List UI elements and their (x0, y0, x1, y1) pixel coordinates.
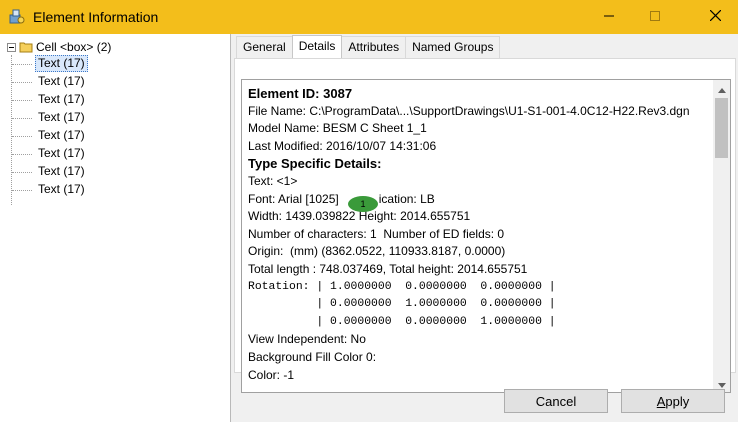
tree-connector (12, 190, 32, 191)
details-line: Type Specific Details: (248, 156, 382, 172)
apply-button-label: pply (665, 393, 690, 409)
details-line: Model Name: BESM C Sheet 1_1 (248, 121, 427, 136)
tree-connector (12, 118, 32, 119)
details-line: Element ID: 3087 (248, 86, 353, 101)
tab-attributes[interactable]: Attributes (341, 36, 407, 58)
tree-item-text[interactable]: Text (17) (35, 73, 88, 90)
tab-strip: General Details Attributes Named Groups (236, 35, 501, 59)
tree-connector-line (11, 55, 12, 205)
tree-item-label: Text (17) (38, 146, 85, 160)
maximize-button[interactable] (632, 0, 678, 34)
tree-item-text[interactable]: Text (17) (35, 145, 88, 162)
details-line: Font: Arial [1025] ication: LB (248, 191, 435, 206)
apply-button[interactable]: Apply (621, 389, 725, 413)
properties-pane: General Details Attributes Named Groups … (232, 34, 738, 422)
details-line: Origin: (mm) (8362.0522, 110933.8187, 0.… (248, 244, 506, 259)
details-line: Last Modified: 2016/10/07 14:31:06 (248, 138, 437, 153)
tree-connector (12, 172, 32, 173)
cancel-button[interactable]: Cancel (504, 389, 608, 413)
chevron-up-icon (717, 82, 726, 96)
details-scrollbar[interactable] (713, 80, 730, 392)
details-lines: Element ID: 3087 File Name: C:\ProgramDat… (248, 85, 710, 384)
tree-item-label: Text (17) (38, 74, 85, 88)
scroll-thumb[interactable] (715, 98, 728, 158)
details-line: Width: 1439.039822 Height: 2014.655751 (248, 209, 471, 224)
details-line: File Name: C:\ProgramData\...\SupportDra… (248, 103, 690, 118)
details-listbox[interactable]: Element ID: 3087 File Name: C:\ProgramDat… (241, 79, 731, 393)
window-title: Element Information (33, 9, 159, 25)
tree-item-text[interactable]: Text (17) (35, 127, 88, 144)
tree-connector (12, 82, 32, 83)
collapse-icon[interactable] (7, 42, 16, 52)
cancel-button-label: Cancel (535, 393, 577, 409)
annotation-marker-icon: 1 (347, 195, 379, 213)
tree-item-label: Text (17) (38, 128, 85, 142)
tree-item-text[interactable]: Text (17) (35, 163, 88, 180)
tree-item-label: Text (17) (38, 182, 85, 196)
close-icon (709, 9, 721, 24)
details-tab-panel: Element ID: 3087 File Name: C:\ProgramDat… (234, 58, 736, 393)
minimize-button[interactable] (586, 0, 632, 34)
details-line: View Independent: No (248, 332, 366, 347)
details-line: | 0.0000000 1.0000000 0.0000000 | (248, 298, 556, 311)
tree-item-text[interactable]: Text (17) (35, 109, 88, 126)
marker-label: 1 (360, 199, 365, 209)
details-line: Rotation: | 1.0000000 0.0000000 0.000000… (248, 280, 556, 293)
tree-connector (12, 64, 32, 65)
tab-details[interactable]: Details (291, 35, 343, 59)
scroll-up-button[interactable] (713, 80, 730, 97)
tree-item-label: Text (17) (38, 164, 85, 178)
tree-item-label: Text (17) (38, 56, 85, 70)
details-line: Background Fill Color 0: (248, 349, 377, 364)
details-line: Number of characters: 1 Number of ED fie… (248, 226, 505, 241)
tree-item-text[interactable]: Text (17) (35, 91, 88, 108)
tree-item-text[interactable]: Text (17) (35, 55, 88, 72)
details-line: | 0.0000000 0.0000000 1.0000000 | (248, 315, 556, 328)
apply-accelerator-key: A (656, 393, 666, 409)
tab-general[interactable]: General (236, 36, 293, 58)
tab-named-groups[interactable]: Named Groups (405, 36, 501, 58)
close-button[interactable] (692, 0, 738, 34)
details-line: Color: -1 (248, 367, 295, 382)
tree-connector (12, 136, 32, 137)
tree-item-label: Text (17) (38, 110, 85, 124)
tree-item-text[interactable]: Text (17) (35, 181, 88, 198)
details-line: Total length : 748.037469, Total height:… (248, 261, 528, 276)
maximize-icon (650, 10, 660, 24)
tree-root-cell[interactable]: Cell <box> (2) (7, 39, 111, 55)
tree-root-label: Cell <box> (2) (36, 40, 112, 54)
tree-item-label: Text (17) (38, 92, 85, 106)
tree-connector (12, 100, 32, 101)
element-info-icon (9, 9, 25, 25)
minimize-icon (604, 10, 614, 24)
details-line: Text: <1> (248, 173, 298, 188)
tree-connector (12, 154, 32, 155)
element-tree[interactable]: Cell <box> (2) Text (17) Text (17) Text … (0, 34, 231, 422)
cell-folder-icon (19, 41, 33, 53)
title-bar: Element Information (0, 0, 738, 34)
